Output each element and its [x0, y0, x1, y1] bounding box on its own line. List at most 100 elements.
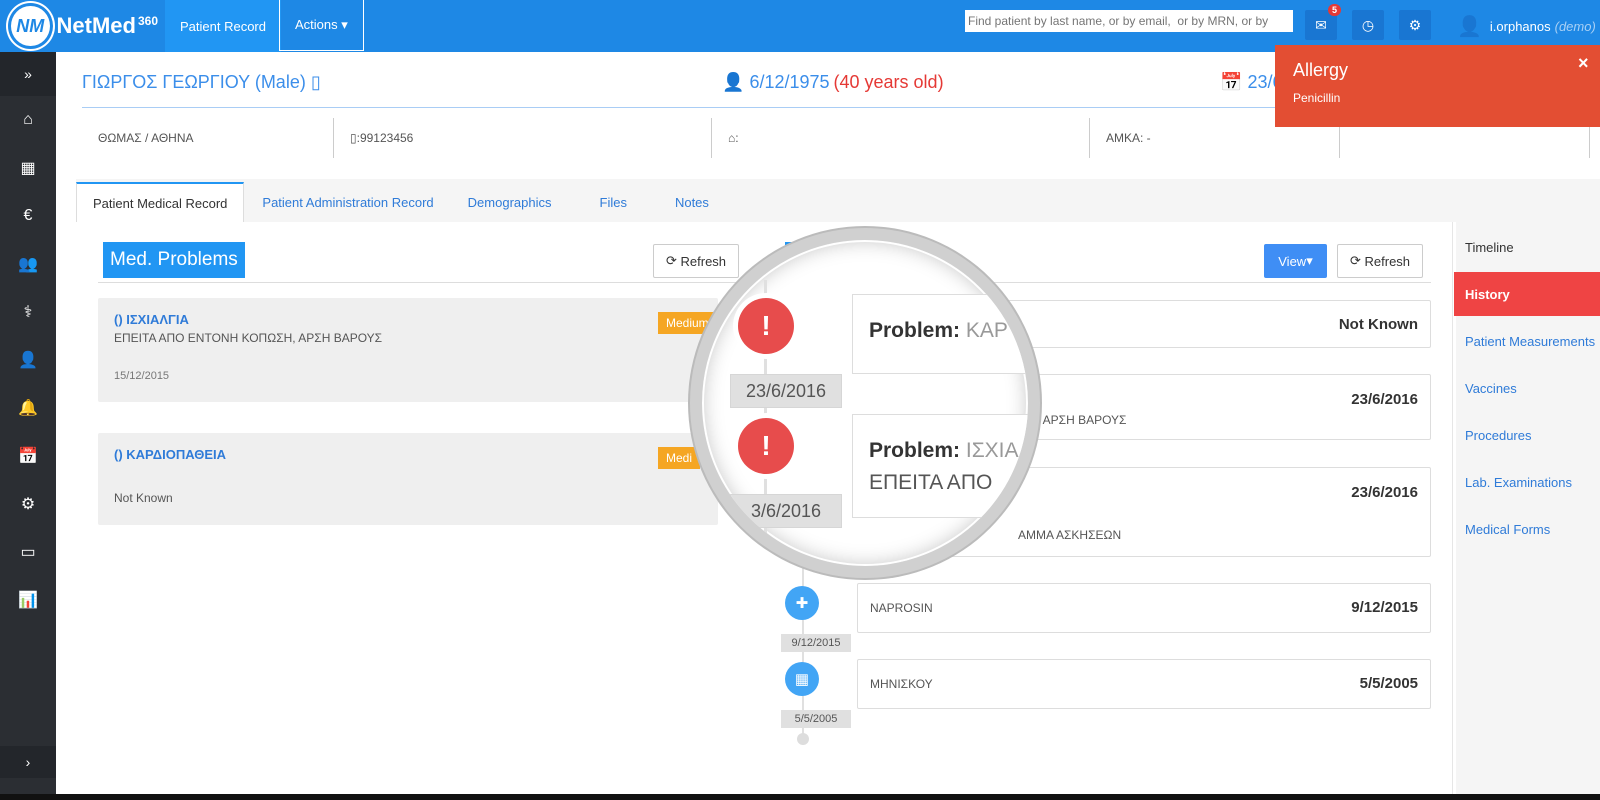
patient-name[interactable]: ΓΙΩΡΓΟΣ ΓΕΩΡΓΙΟΥ (Male) ▯ — [82, 72, 321, 93]
severity-badge: Medi — [658, 447, 701, 469]
bell-icon: 🔔 — [18, 400, 38, 417]
caret-down-icon: ▾ — [1306, 253, 1313, 268]
right-menu-medical-forms[interactable]: Medical Forms — [1465, 522, 1550, 537]
right-menu-patient-measurements[interactable]: Patient Measurements — [1465, 334, 1595, 349]
timeline-entry-text: ΑΜΜΑ ΑΣΚΗΣΕΩΝ — [1018, 528, 1122, 542]
med-problems-title: Med. Problems — [103, 242, 245, 278]
sidebar: » ⌂ ▦ € 👥 ⚕ 👤 🔔 📅 ⚙ ▭ 📊 › — [0, 52, 56, 800]
sidebar-item-reports[interactable]: 📊 — [0, 576, 56, 624]
problem-card[interactable]: () ΚΑΡΔΙΟΠΑΘΕΙΑ Not Known Medi — [98, 433, 718, 525]
sidebar-item-home[interactable]: ⌂ — [0, 96, 56, 144]
sidebar-item-billing[interactable]: € — [0, 192, 56, 240]
calendar-icon: ▦ — [20, 160, 36, 177]
timeline-entry-date: Not Known — [1338, 316, 1418, 333]
calendar-icon: ▦ — [785, 662, 819, 696]
refresh-icon: ⟳ — [1350, 253, 1365, 268]
tab-administration-record[interactable]: Patient Administration Record — [246, 182, 449, 222]
logo-text: NetMed 360 — [56, 13, 158, 38]
user-icon: 👤 — [18, 352, 38, 369]
magnified-date: 3/6/2016 — [730, 494, 842, 528]
problem-card[interactable]: () ΙΣΧΙΑΛΓΙΑ ΕΠΕΙΤΑ ΑΠΟ ΕΝΤΟΝΗ ΚΟΠΩΣΗ, Α… — [98, 298, 718, 402]
med-problems-refresh-button[interactable]: ⟳ Refresh — [653, 244, 740, 278]
history-button[interactable]: ◷ — [1352, 10, 1384, 40]
user-icon: 👤 — [1457, 16, 1482, 38]
messages-button[interactable]: ✉ 5 — [1305, 4, 1341, 40]
user-icon: 👤 — [722, 72, 745, 92]
problem-date: Not Known — [114, 491, 173, 505]
timeline-entry-date: 5/5/2005 — [1359, 675, 1418, 692]
settings-button[interactable]: ⚙ — [1399, 10, 1431, 40]
medication-icon: ✚ — [785, 586, 819, 620]
bottom-bar — [0, 794, 1600, 800]
chevron-right-icon: › — [25, 754, 31, 770]
timeline-entry-date: 23/6/2016 — [1351, 391, 1418, 408]
right-menu-procedures[interactable]: Procedures — [1465, 428, 1531, 443]
timeline-date-label: 9/12/2015 — [781, 634, 851, 652]
tab-medical-record[interactable]: Patient Medical Record — [76, 182, 245, 222]
right-menu-history[interactable]: History — [1454, 272, 1600, 316]
timeline-view-dropdown[interactable]: View ▾ — [1264, 244, 1327, 278]
patient-age: (40 years old) — [833, 72, 944, 92]
actions-dropdown[interactable]: Actions ▾ — [279, 0, 364, 51]
sidebar-item-notifications[interactable]: 🔔 — [0, 384, 56, 432]
problem-description: ΕΠΕΙΤΑ ΑΠΟ ΕΝΤΟΝΗ ΚΟΠΩΣΗ, ΑΡΣΗ ΒΑΡΟΥΣ — [114, 331, 383, 345]
sidebar-item-patients[interactable]: 👥 — [0, 240, 56, 288]
patient-address: ⌂: — [712, 118, 1090, 158]
sidebar-item-appointments[interactable]: 📅 — [0, 432, 56, 480]
cogs-icon: ⚙ — [1408, 16, 1422, 33]
tab-demographics[interactable]: Demographics — [452, 182, 568, 222]
expand-icon: » — [24, 66, 32, 82]
user-name: i.orphanos — [1489, 19, 1551, 34]
tab-files[interactable]: Files — [584, 182, 643, 222]
right-menu-lab-examinations[interactable]: Lab. Examinations — [1465, 475, 1572, 490]
user-role: (demo) — [1554, 19, 1596, 34]
doctor-icon: ⚕ — [23, 304, 33, 321]
alert-icon: ! — [738, 298, 794, 354]
timeline-entry-text: NAPROSIN — [870, 601, 933, 615]
logo-mark: NM — [8, 3, 53, 49]
sidebar-item-profile[interactable]: 👤 — [0, 336, 56, 384]
patient-search-input[interactable] — [965, 10, 1293, 32]
problem-name[interactable]: () ΚΑΡΔΙΟΠΑΘΕΙΑ — [114, 447, 226, 462]
allergy-item: Penicillin — [1293, 91, 1341, 105]
right-menu-title: Timeline — [1465, 240, 1514, 255]
timeline-date-label: 5/5/2005 — [781, 710, 851, 728]
allergy-title: Allergy — [1293, 60, 1349, 80]
app-window: NM NetMed360 Patient Record Actions ▾ ✉ … — [0, 0, 1600, 800]
timeline-entry[interactable]: NAPROSIN 9/12/2015 — [857, 583, 1431, 633]
alert-icon: ! — [738, 418, 794, 474]
timeline-refresh-button[interactable]: ⟳ Refresh — [1337, 244, 1424, 278]
bar-chart-icon: 📊 — [18, 592, 38, 609]
sidebar-collapse-button[interactable]: › — [0, 746, 56, 778]
timeline-entry-text: Η, ΑΡΣΗ ΒΑΡΟΥΣ — [1028, 413, 1127, 427]
refresh-icon: ⟳ — [666, 253, 681, 268]
med-problems-divider — [98, 282, 743, 283]
sidebar-item-doctors[interactable]: ⚕ — [0, 288, 56, 336]
magnified-problem-card: Problem: ΙΣΧΙΑ ΕΠΕΙΤΑ ΑΠΟ — [852, 414, 1028, 518]
problem-date: 15/12/2015 — [114, 370, 170, 382]
messages-badge: 5 — [1327, 4, 1341, 16]
patient-phone: ▯: 99123456 — [334, 118, 712, 158]
home-icon: ⌂ — [23, 111, 33, 128]
euro-icon: € — [23, 207, 33, 224]
logo[interactable]: NM NetMed 360 — [8, 3, 158, 49]
timeline-entry[interactable]: ΜΗΝΙΣΚΟΥ 5/5/2005 — [857, 659, 1431, 709]
timeline-entry-date: 9/12/2015 — [1351, 599, 1418, 616]
envelope-icon: ✉ — [1315, 16, 1327, 33]
patient-visit-date: 📅 23/6 — [1220, 72, 1283, 92]
tab-notes[interactable]: Notes — [659, 182, 725, 222]
sidebar-expand-button[interactable]: » — [0, 52, 56, 96]
timeline-entry-date: 23/6/2016 — [1351, 484, 1418, 501]
timeline-end-dot — [797, 733, 809, 745]
problem-name[interactable]: () ΙΣΧΙΑΛΓΙΑ — [114, 312, 189, 327]
allergy-alert: Allergy Penicillin × — [1275, 45, 1600, 127]
right-menu-vaccines[interactable]: Vaccines — [1465, 381, 1517, 396]
calendar-icon: 📅 — [1220, 72, 1243, 92]
sidebar-item-payments[interactable]: ▭ — [0, 528, 56, 576]
sidebar-item-calendar[interactable]: ▦ — [0, 144, 56, 192]
close-icon[interactable]: × — [1578, 53, 1589, 74]
nav-patient-record[interactable]: Patient Record — [165, 0, 281, 52]
user-menu[interactable]: 👤 i.orphanos (demo) — [1457, 14, 1596, 39]
phone-icon: ▯ — [350, 131, 357, 145]
sidebar-item-settings[interactable]: ⚙ — [0, 480, 56, 528]
